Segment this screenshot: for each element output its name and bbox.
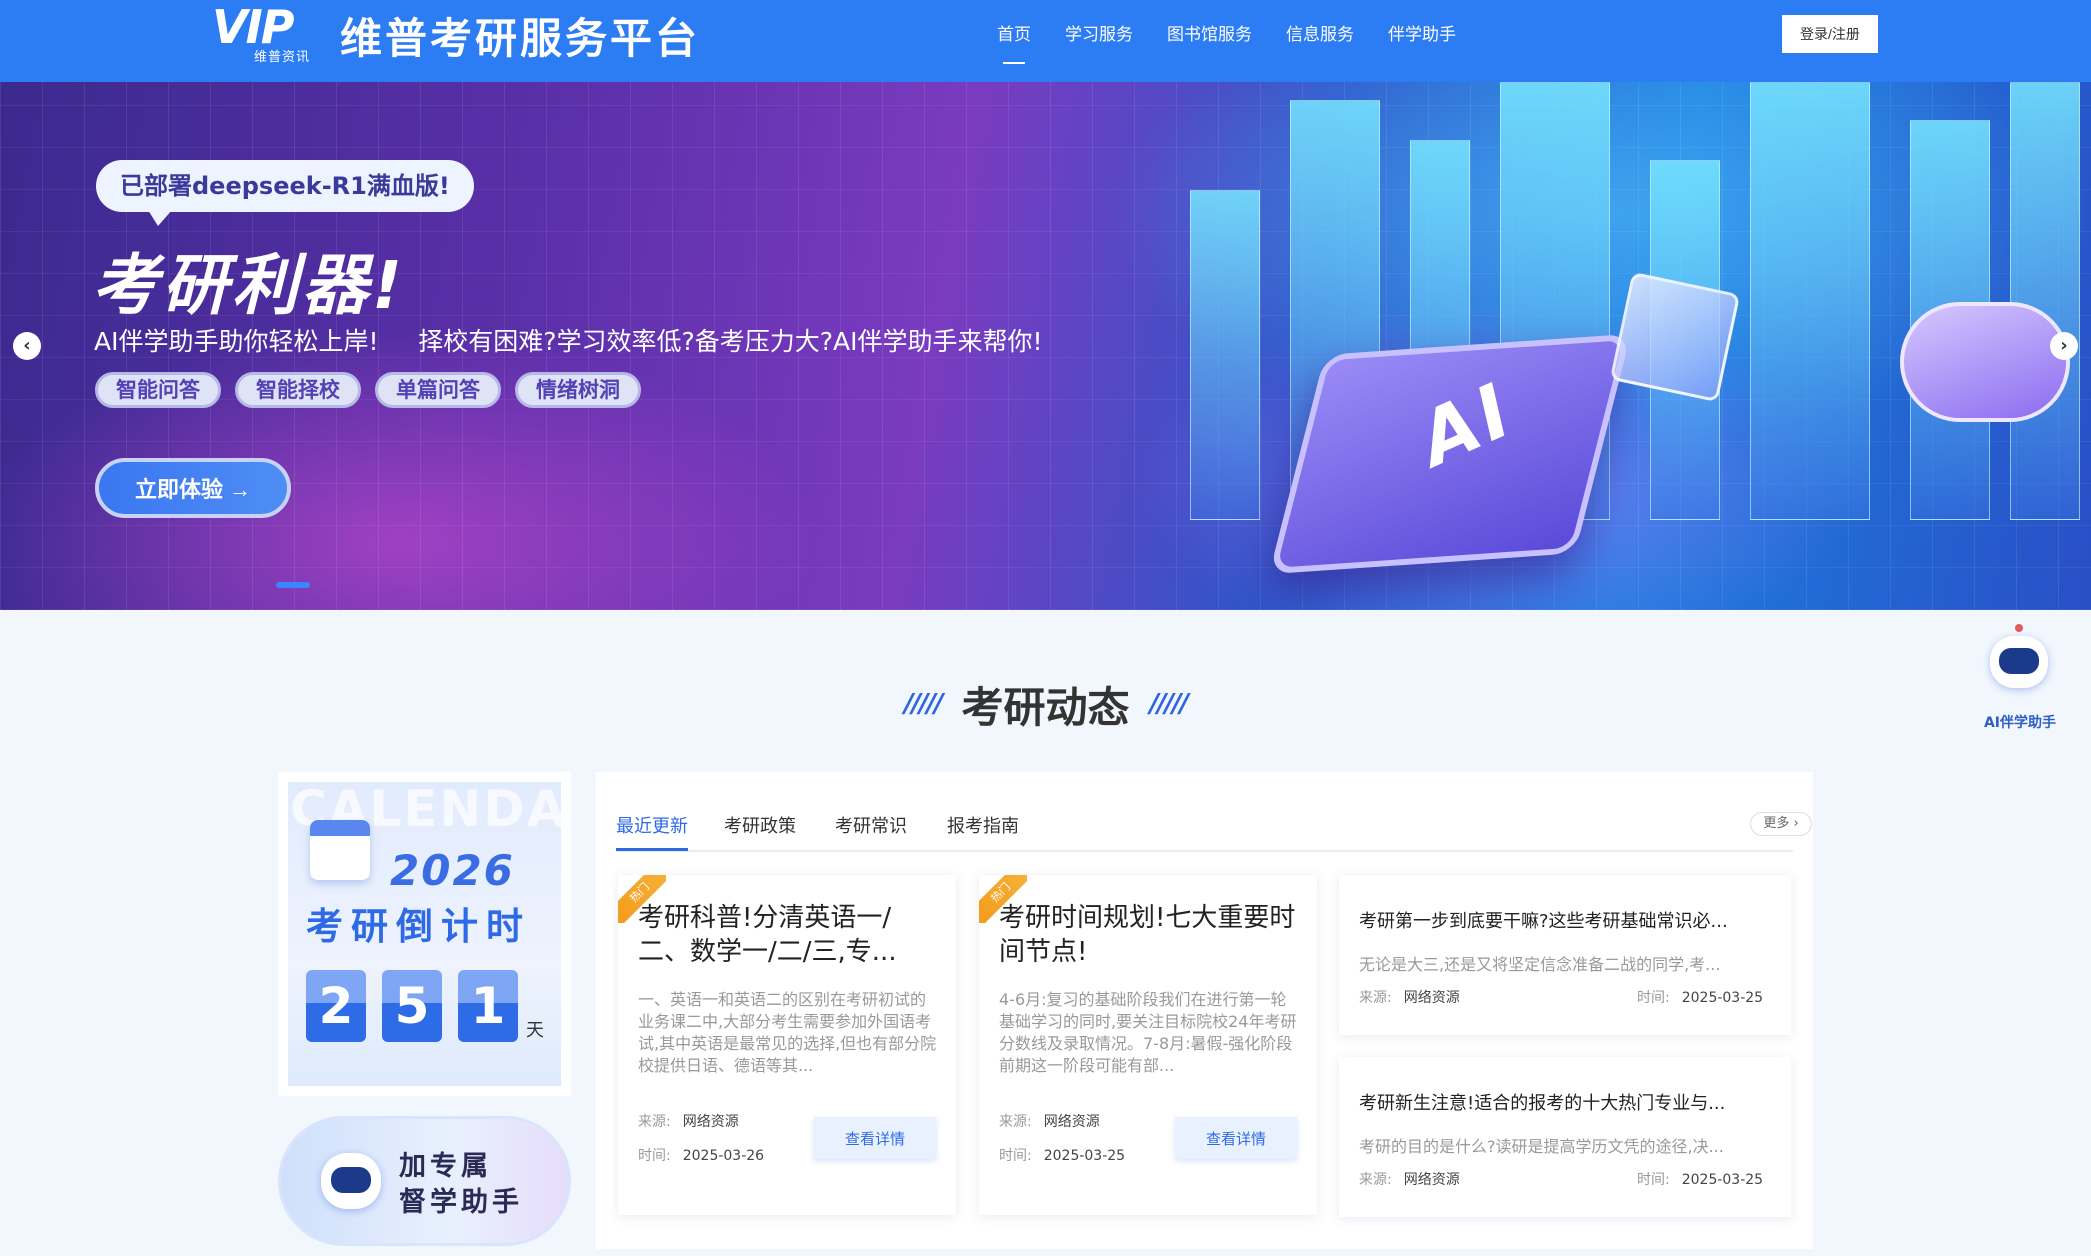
news-time: 时间: 2025-03-25 <box>999 1148 1126 1164</box>
nav-item-home[interactable]: 首页 <box>997 0 1031 82</box>
carousel-indicator-active[interactable] <box>276 582 310 588</box>
news-excerpt: 无论是大三,还是又将坚定信念准备二战的同学,考... <box>1359 955 1721 974</box>
title-decoration-right: ///// <box>1149 689 1190 719</box>
pill-emotion-hole: 情绪树洞 <box>515 372 641 408</box>
news-card-compact[interactable]: 考研新生注意!适合的报考的十大热门专业与... 考研的目的是什么?读研是提高学历… <box>1339 1057 1791 1217</box>
login-register-button[interactable]: 登录/注册 <box>1782 15 1878 53</box>
countdown-digit: 5 <box>382 970 442 1042</box>
news-source: 来源: 网络资源 <box>1359 990 1460 1006</box>
robot-icon <box>321 1153 381 1209</box>
ai-assistant-label: AI伴学助手 <box>1983 715 2057 731</box>
news-excerpt: 一、英语一和英语二的区别在考研初试的业务课二中,大部分考生需要参加外国语考试,其… <box>638 990 937 1075</box>
news-panel: 最近更新 考研政策 考研常识 报考指南 更多 › 热门 考研科普!分清英语一/二… <box>596 772 1813 1249</box>
add-study-assistant-card[interactable]: 加专属 督学助手 <box>278 1116 571 1246</box>
robot-antenna-icon <box>2015 624 2023 632</box>
banner-subline: AI伴学助手助你轻松上岸! 择校有困难?学习效率低?备考压力大?AI伴学助手来帮… <box>94 327 1043 356</box>
news-title[interactable]: 考研科普!分清英语一/二、数学一/二/三,专... <box>638 901 938 969</box>
calendar-icon <box>310 820 370 880</box>
site-title: 维普考研服务平台 <box>340 13 701 63</box>
tab-knowledge[interactable]: 考研常识 <box>835 812 907 838</box>
countdown-digit: 2 <box>306 970 366 1042</box>
news-card-featured[interactable]: 热门 考研时间规划!七大重要时间节点! 4-6月:复习的基础阶段我们在进行第一轮… <box>979 875 1317 1215</box>
cloud-illustration <box>1900 302 2070 422</box>
countdown-digits: 2 5 1 天 <box>306 970 544 1042</box>
carousel-next-icon[interactable]: › <box>2050 332 2078 360</box>
nav-item-assistant[interactable]: 伴学助手 <box>1388 0 1456 82</box>
news-excerpt: 4-6月:复习的基础阶段我们在进行第一轮基础学习的同时,要关注目标院校24年考研… <box>999 990 1297 1075</box>
hero-banner[interactable]: 已部署deepseek-R1满血版! 考研利器! AI伴学助手助你轻松上岸! 择… <box>0 82 2091 610</box>
view-detail-button[interactable]: 查看详情 <box>1175 1117 1297 1159</box>
news-card-featured[interactable]: 热门 考研科普!分清英语一/二、数学一/二/三,专... 一、英语一和英语二的区… <box>618 875 956 1215</box>
assistant-card-text: 加专属 督学助手 <box>399 1149 523 1221</box>
news-title[interactable]: 考研时间规划!七大重要时间节点! <box>999 901 1299 969</box>
tab-guide[interactable]: 报考指南 <box>947 812 1019 838</box>
assistant-card-line2: 督学助手 <box>399 1187 523 1218</box>
site-logo[interactable]: VIP 维普资讯 维普考研服务平台 <box>212 0 701 65</box>
section-title: 考研动态 <box>961 682 1130 732</box>
robot-icon <box>1990 636 2048 688</box>
news-source: 来源: 网络资源 <box>638 1114 739 1130</box>
glass-cube-illustration <box>1609 271 1741 403</box>
news-time: 时间: 2025-03-25 <box>1637 990 1764 1006</box>
ai-assistant-float-button[interactable]: AI伴学助手 <box>1970 620 2060 740</box>
nav-item-study[interactable]: 学习服务 <box>1065 0 1133 82</box>
banner-headline: 考研利器! <box>92 247 407 324</box>
pill-single-qa: 单篇问答 <box>375 372 501 408</box>
news-title[interactable]: 考研第一步到底要干嘛?这些考研基础常识必... <box>1359 907 1749 933</box>
news-time: 时间: 2025-03-25 <box>1637 1172 1764 1188</box>
countdown-digit: 1 <box>458 970 518 1042</box>
countdown-title: 考研倒计时 <box>306 905 531 948</box>
section-header: ///// 考研动态 ///// <box>0 676 2091 732</box>
view-detail-button[interactable]: 查看详情 <box>814 1117 936 1159</box>
assistant-card-line1: 加专属 <box>399 1151 492 1182</box>
vip-logo-mark: VIP 维普资讯 <box>212 0 324 65</box>
nav-item-info[interactable]: 信息服务 <box>1286 0 1354 82</box>
countdown-inner: CALENDAR 2026 考研倒计时 2 5 1 天 <box>288 782 561 1086</box>
more-link[interactable]: 更多 › <box>1750 812 1812 836</box>
tab-latest[interactable]: 最近更新 <box>616 812 688 851</box>
nav-item-library[interactable]: 图书馆服务 <box>1167 0 1252 82</box>
deepseek-badge: 已部署deepseek-R1满血版! <box>96 160 474 226</box>
carousel-prev-icon[interactable]: ‹ <box>13 332 41 360</box>
feature-pills: 智能问答 智能择校 单篇问答 情绪树洞 <box>95 372 655 408</box>
news-card-compact[interactable]: 考研第一步到底要干嘛?这些考研基础常识必... 无论是大三,还是又将坚定信念准备… <box>1339 875 1791 1035</box>
exam-countdown-card: CALENDAR 2026 考研倒计时 2 5 1 天 <box>278 772 571 1096</box>
main-nav: 首页 学习服务 图书馆服务 信息服务 伴学助手 <box>980 0 1473 82</box>
pill-school-choice: 智能择校 <box>235 372 361 408</box>
title-decoration-left: ///// <box>904 689 944 719</box>
vip-logo-subtitle: 维普资讯 <box>254 50 311 65</box>
news-source: 来源: 网络资源 <box>999 1114 1100 1130</box>
top-header: VIP 维普资讯 维普考研服务平台 首页 学习服务 图书馆服务 信息服务 伴学助… <box>0 0 2091 82</box>
news-tabs: 最近更新 考研政策 考研常识 报考指南 更多 › <box>616 772 1812 852</box>
news-time: 时间: 2025-03-26 <box>638 1148 765 1164</box>
news-excerpt: 考研的目的是什么?读研是提高学历文凭的途径,决... <box>1359 1137 1724 1156</box>
news-source: 来源: 网络资源 <box>1359 1172 1460 1188</box>
countdown-unit: 天 <box>526 1020 544 1041</box>
news-title[interactable]: 考研新生注意!适合的报考的十大热门专业与... <box>1359 1089 1749 1115</box>
pill-smart-qa: 智能问答 <box>95 372 221 408</box>
tab-policy[interactable]: 考研政策 <box>724 812 796 838</box>
try-now-button[interactable]: 立即体验 → <box>95 458 291 518</box>
countdown-year: 2026 <box>390 846 515 895</box>
